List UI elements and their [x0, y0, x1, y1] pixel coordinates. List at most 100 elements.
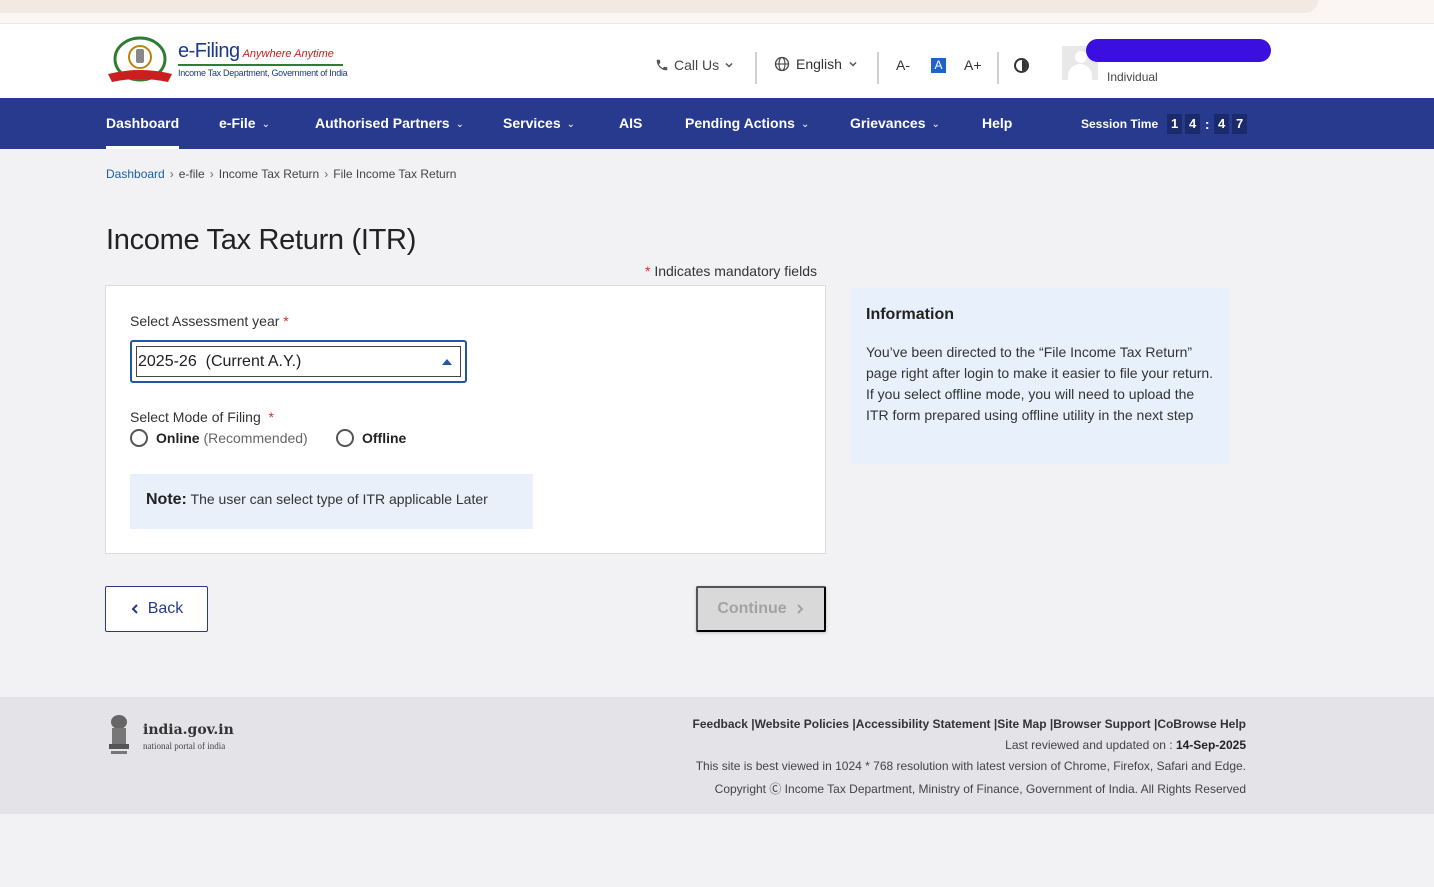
information-panel: Information You’ve been directed to the … — [850, 288, 1230, 464]
session-timer: Session Time 1 4 : 4 7 — [1081, 114, 1248, 134]
online-radio[interactable] — [130, 429, 148, 447]
main-nav: Dashboard e-File ⌄ Authorised Partners ⌄ S… — [0, 98, 1434, 149]
nav-dashboard[interactable]: Dashboard — [106, 98, 180, 149]
footer-link-browser-support[interactable]: Browser Support — [1053, 717, 1150, 731]
font-normal-button[interactable]: A — [931, 58, 946, 73]
page-title: Income Tax Return (ITR) — [106, 224, 417, 256]
offline-radio-option[interactable]: Offline — [336, 429, 406, 447]
user-role: Individual — [1107, 70, 1158, 84]
filing-mode-label-text: Select Mode of Filing — [130, 409, 261, 425]
globe-icon — [774, 56, 790, 72]
chevron-down-icon: ⌄ — [566, 119, 575, 130]
chevron-down-icon: ⌄ — [800, 119, 810, 130]
chevron-down-icon — [725, 62, 733, 68]
online-label: Online — [156, 430, 200, 446]
nav-pending-actions[interactable]: Pending Actions ⌄ — [685, 98, 809, 149]
call-us-label: Call Us — [674, 57, 720, 73]
last-reviewed-label: Last reviewed and updated on : — [1005, 738, 1173, 752]
nav-efile[interactable]: e-File ⌄ — [219, 98, 270, 149]
header-divider — [877, 52, 879, 84]
mandatory-note-text: Indicates mandatory fields — [654, 263, 817, 279]
nav-ais[interactable]: AIS — [619, 98, 642, 149]
breadcrumb-current: File Income Tax Return — [333, 167, 457, 181]
caret-up-icon — [442, 358, 452, 365]
chevron-left-icon — [131, 604, 138, 614]
back-label: Back — [147, 600, 184, 617]
itr-type-note: Note: The user can select type of ITR ap… — [130, 474, 533, 529]
footer-link-sitemap[interactable]: Site Map — [997, 717, 1046, 731]
note-text: The user can select type of ITR applicab… — [190, 491, 488, 507]
footer-link-website-policies[interactable]: Website Policies — [755, 717, 849, 731]
redacted-user-name — [1086, 39, 1271, 62]
nav-label: Help — [982, 115, 1013, 131]
nav-label: Grievances — [850, 115, 926, 131]
font-decrease-button[interactable]: A- — [896, 57, 910, 73]
contrast-toggle-icon[interactable] — [1014, 58, 1029, 73]
offline-label: Offline — [362, 430, 407, 446]
session-colon: : — [1204, 116, 1210, 132]
last-reviewed-date: 14-Sep-2025 — [1175, 738, 1246, 752]
india-gov-logo[interactable]: india.gov.in national portal of india — [106, 713, 256, 757]
header-divider — [997, 52, 999, 84]
session-digit: 4 — [1185, 114, 1201, 134]
back-button[interactable]: Back — [105, 586, 208, 632]
nav-grievances[interactable]: Grievances ⌄ — [850, 98, 940, 149]
efiling-logo[interactable]: e-Filing Anywhere Anytime Income Tax Depa… — [106, 36, 348, 86]
session-digit: 1 — [1167, 114, 1183, 134]
phone-icon — [656, 59, 668, 71]
chevron-right-icon — [796, 604, 804, 614]
assessment-year-value: 2025-26 (Current A.Y.) — [138, 352, 302, 370]
online-hint: (Recommended) — [203, 430, 308, 446]
required-star: * — [283, 313, 289, 329]
nav-label: Dashboard — [106, 115, 180, 131]
call-us-dropdown[interactable]: Call Us — [655, 57, 734, 73]
assessment-year-select-inner: 2025-26 (Current A.Y.) — [136, 346, 461, 377]
assessment-year-label: Select Assessment year * — [130, 313, 289, 329]
language-dropdown[interactable]: English — [774, 56, 858, 72]
breadcrumb-dashboard[interactable]: Dashboard — [106, 167, 165, 181]
chevron-down-icon: ⌄ — [455, 119, 464, 130]
india-gov-title: india.gov.in — [143, 722, 234, 738]
nav-label: Services — [503, 115, 561, 131]
nav-authorised-partners[interactable]: Authorised Partners ⌄ — [315, 98, 464, 149]
nav-label: AIS — [619, 115, 643, 131]
nav-help[interactable]: Help — [982, 98, 1012, 149]
required-star: * — [268, 409, 274, 425]
browser-top-strip — [0, 0, 1434, 24]
online-radio-option[interactable]: Online (Recommended) — [130, 429, 308, 447]
nav-services[interactable]: Services ⌄ — [503, 98, 575, 149]
emblem-icon — [108, 36, 172, 82]
breadcrumb-efile[interactable]: e-file — [179, 167, 205, 181]
chevron-down-icon — [849, 61, 857, 67]
assessment-year-select[interactable]: 2025-26 (Current A.Y.) — [130, 340, 467, 383]
continue-label: Continue — [717, 600, 787, 617]
information-text: You’ve been directed to the “File Income… — [866, 344, 1214, 423]
language-label: English — [796, 56, 842, 72]
offline-radio[interactable] — [336, 429, 354, 447]
breadcrumb-separator: › — [169, 167, 174, 181]
session-digit: 4 — [1214, 114, 1230, 134]
mandatory-note: * Indicates mandatory fields — [645, 263, 817, 279]
chevron-down-icon: ⌄ — [931, 119, 940, 130]
breadcrumb-itr[interactable]: Income Tax Return — [219, 167, 320, 181]
copyright: Copyright Ⓒ Income Tax Department, Minis… — [714, 782, 1246, 796]
font-increase-button[interactable]: A+ — [964, 57, 982, 73]
nav-label: Authorised Partners — [315, 115, 450, 131]
header-divider — [755, 52, 757, 84]
chevron-down-icon: ⌄ — [261, 119, 270, 130]
site-header: e-Filing Anywhere Anytime Income Tax Depa… — [0, 24, 1434, 98]
required-star: * — [645, 263, 651, 279]
assessment-year-label-text: Select Assessment year — [130, 313, 280, 329]
last-reviewed: Last reviewed and updated on : 14-Sep-20… — [1005, 738, 1246, 752]
footer-links: Feedback |Website Policies |Accessibilit… — [692, 717, 1246, 731]
footer-link-feedback[interactable]: Feedback — [693, 717, 748, 731]
nav-label: Pending Actions — [685, 115, 795, 131]
breadcrumb-separator: › — [324, 167, 329, 181]
continue-button[interactable]: Continue — [696, 586, 826, 632]
footer-link-accessibility[interactable]: Accessibility Statement — [856, 717, 991, 731]
filing-mode-label: Select Mode of Filing * — [130, 409, 274, 425]
information-title: Information — [866, 306, 954, 323]
brand-underline — [178, 64, 343, 66]
footer-link-cobrowse-help[interactable]: CoBrowse Help — [1157, 717, 1246, 731]
session-digit: 7 — [1232, 114, 1248, 134]
